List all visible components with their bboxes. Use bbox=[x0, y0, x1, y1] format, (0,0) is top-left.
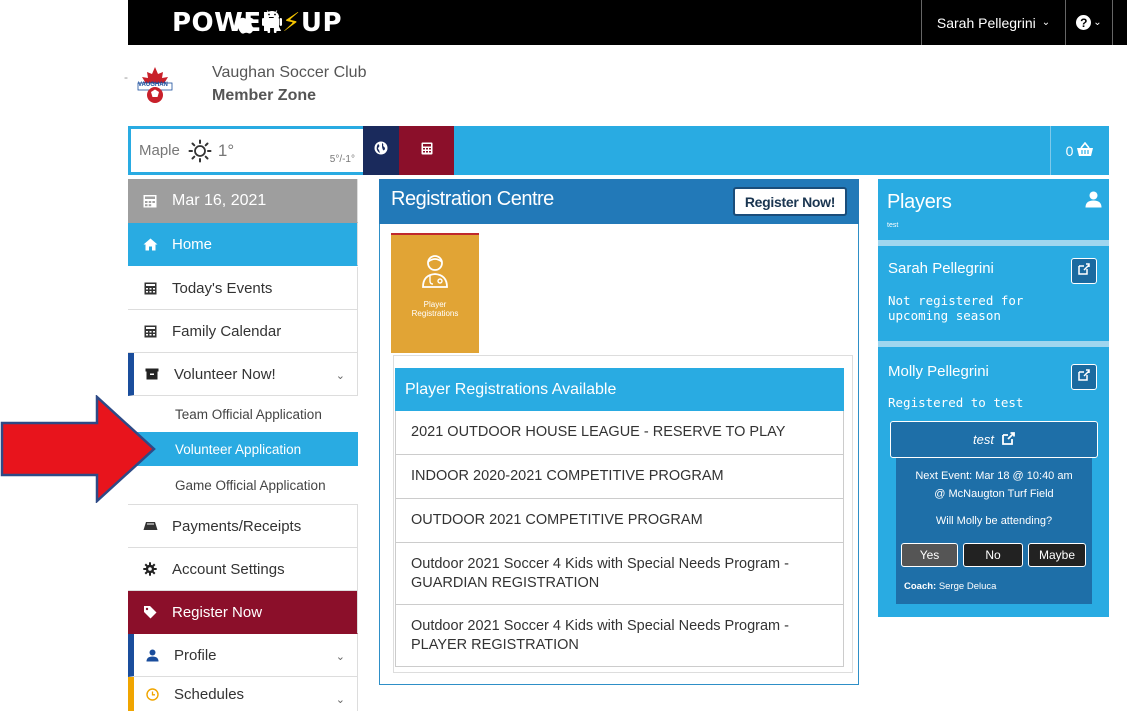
weather-temp: 1° bbox=[217, 140, 235, 160]
android-icon[interactable] bbox=[262, 10, 282, 39]
calendar-icon bbox=[421, 142, 433, 160]
chevron-down-icon: ⌄ bbox=[335, 370, 345, 382]
payment-icon bbox=[142, 521, 158, 531]
player-name: Sarah Pellegrini bbox=[888, 260, 994, 277]
cart-button[interactable]: 0 bbox=[1050, 126, 1109, 175]
sidebar-item-register-now[interactable]: Register Now bbox=[128, 591, 358, 634]
players-divider bbox=[878, 240, 1109, 246]
calendar-icon bbox=[142, 325, 158, 338]
user-icon bbox=[144, 649, 160, 662]
globe-button[interactable] bbox=[363, 126, 399, 175]
list-item[interactable]: Outdoor 2021 Soccer 4 Kids with Special … bbox=[395, 543, 844, 605]
next-event-text: Next Event: Mar 18 @ 10:40 am @ McNaugton… bbox=[915, 470, 1073, 500]
sidebar-item-profile[interactable]: Profile ⌄ bbox=[128, 634, 358, 677]
sidebar-item-schedules[interactable]: Schedules ⌄ bbox=[128, 677, 358, 711]
sidebar-item-account-settings[interactable]: Account Settings bbox=[128, 548, 358, 591]
weather-range: 5°/-1° bbox=[329, 154, 355, 165]
sidebar-item-home[interactable]: Home bbox=[128, 223, 358, 266]
doctor-icon bbox=[420, 253, 450, 294]
registration-title: Registration Centre bbox=[391, 188, 554, 210]
gear-icon bbox=[142, 562, 158, 576]
attend-no-button[interactable]: No bbox=[963, 543, 1023, 567]
register-now-button[interactable]: Register Now! bbox=[733, 187, 847, 216]
club-dash: - bbox=[124, 70, 128, 84]
list-item[interactable]: Outdoor 2021 Soccer 4 Kids with Special … bbox=[395, 605, 844, 667]
edit-icon bbox=[1078, 368, 1090, 386]
sun-icon bbox=[188, 139, 212, 163]
attend-maybe-button[interactable]: Maybe bbox=[1028, 543, 1086, 567]
weather-widget[interactable]: Maple 1° 5°/-1° bbox=[131, 129, 363, 172]
sidebar-item-payments[interactable]: Payments/Receipts bbox=[128, 505, 358, 548]
player-status: Not registered for upcoming season bbox=[888, 293, 1024, 323]
club-name: Vaughan Soccer Club bbox=[212, 64, 367, 81]
archive-icon bbox=[144, 368, 160, 380]
attend-yes-button[interactable]: Yes bbox=[901, 543, 958, 567]
chevron-down-icon: ⌄ bbox=[335, 651, 345, 663]
help-menu[interactable]: ? ⌄ bbox=[1066, 0, 1113, 45]
basket-icon bbox=[1076, 141, 1094, 160]
user-name: Sarah Pellegrini bbox=[936, 14, 1036, 31]
apple-icon[interactable] bbox=[235, 11, 255, 40]
players-title: Players bbox=[887, 191, 952, 213]
chevron-down-icon: ⌄ bbox=[1041, 17, 1051, 28]
globe-icon bbox=[374, 141, 388, 160]
edit-player-button[interactable] bbox=[1071, 258, 1097, 284]
home-icon bbox=[142, 238, 158, 251]
attending-question: Will Molly be attending? bbox=[935, 515, 1053, 527]
registrations-list-header: Player Registrations Available bbox=[395, 368, 844, 411]
sidebar-subitem-volunteer-application[interactable]: Volunteer Application bbox=[128, 432, 358, 466]
club-logo-text: VAUGHAN bbox=[138, 82, 168, 88]
chevron-down-icon: ⌄ bbox=[1093, 17, 1102, 28]
user-menu[interactable]: Sarah Pellegrini ⌄ bbox=[921, 0, 1066, 45]
sidebar-subitem-team-official[interactable]: Team Official Application bbox=[128, 396, 358, 432]
players-subtitle: test bbox=[887, 222, 899, 229]
user-icon bbox=[1085, 191, 1102, 213]
weather-city: Maple bbox=[139, 142, 180, 159]
players-divider bbox=[878, 341, 1109, 347]
edit-icon bbox=[1078, 262, 1090, 280]
powerup-logo[interactable]: POWER⚡UP bbox=[172, 8, 342, 38]
player-status: Registered to test bbox=[888, 395, 1024, 410]
sidebar-item-family-calendar[interactable]: Family Calendar bbox=[128, 310, 358, 353]
red-arrow-annotation bbox=[0, 394, 160, 508]
member-zone-label: Member Zone bbox=[212, 87, 317, 104]
coach-info: Coach: Serge Deluca bbox=[904, 581, 997, 592]
external-link-icon bbox=[1002, 431, 1015, 448]
clock-icon bbox=[144, 687, 160, 701]
calendar-icon bbox=[142, 282, 158, 295]
list-item[interactable]: OUTDOOR 2021 COMPETITIVE PROGRAM bbox=[395, 499, 844, 543]
cart-count: 0 bbox=[1065, 142, 1074, 159]
chevron-down-icon: ⌄ bbox=[335, 694, 345, 706]
sidebar-date: Mar 16, 2021 bbox=[128, 179, 358, 223]
sidebar-item-todays-events[interactable]: Today's Events bbox=[128, 267, 358, 310]
calendar-icon bbox=[142, 194, 158, 208]
tile-label: Player Registrations bbox=[411, 300, 459, 318]
list-item[interactable]: INDOOR 2020-2021 COMPETITIVE PROGRAM bbox=[395, 455, 844, 499]
sidebar-subitem-game-official[interactable]: Game Official Application bbox=[128, 467, 358, 505]
edit-player-button[interactable] bbox=[1071, 364, 1097, 390]
list-item[interactable]: 2021 OUTDOOR HOUSE LEAGUE - RESERVE TO P… bbox=[395, 411, 844, 455]
team-button[interactable]: test bbox=[890, 421, 1098, 458]
player-name: Molly Pellegrini bbox=[888, 363, 989, 380]
question-circle-icon: ? bbox=[1076, 15, 1092, 30]
sidebar-item-volunteer-now[interactable]: Volunteer Now! ⌄ bbox=[128, 353, 358, 396]
player-registrations-tile[interactable]: Player Registrations bbox=[391, 233, 479, 353]
calendar-button[interactable] bbox=[399, 126, 454, 175]
tag-icon bbox=[142, 605, 158, 619]
